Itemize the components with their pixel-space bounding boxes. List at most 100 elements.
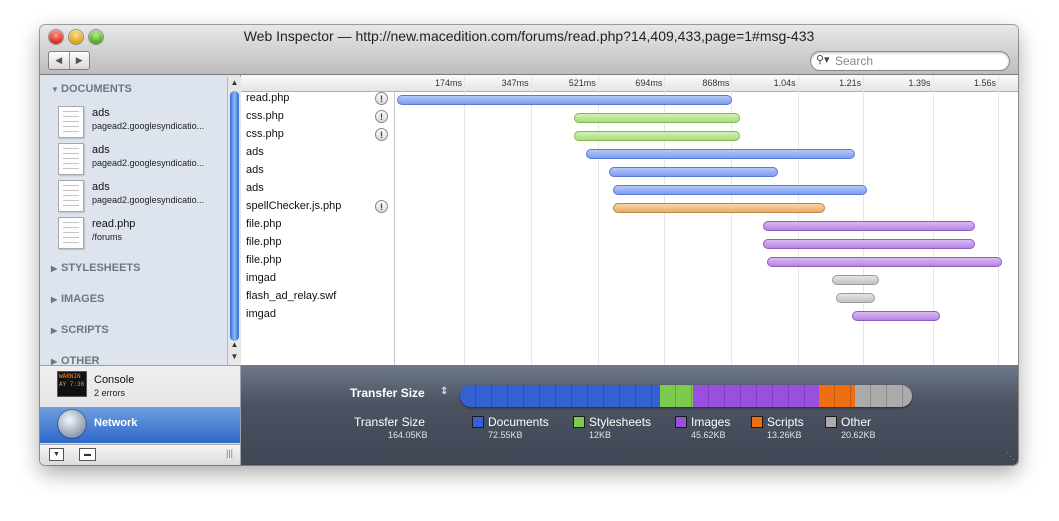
- scrollbar-thumb[interactable]: [230, 91, 239, 341]
- timeline-gridline: [530, 75, 532, 365]
- panel-switcher: WARNIN AY 7:36 Console 2 errors Network …: [40, 365, 241, 465]
- legend-swatch: [751, 416, 763, 428]
- sidebar-document-item[interactable]: ads pagead2.googlesyndicatio...: [58, 143, 233, 177]
- timeline-bar[interactable]: [766, 257, 1002, 267]
- sidebar-document-item[interactable]: read.php /forums: [58, 217, 233, 251]
- timeline-gridline: [932, 75, 934, 365]
- timeline-bar[interactable]: [612, 185, 867, 195]
- resource-name[interactable]: imgad: [246, 308, 276, 320]
- console-icon: WARNIN AY 7:36: [57, 371, 87, 397]
- back-button[interactable]: ◀: [49, 52, 70, 69]
- window-resize-grip-icon[interactable]: ⋱: [1006, 451, 1015, 462]
- section-scripts[interactable]: ▶ SCRIPTS: [51, 324, 109, 336]
- updown-caret-icon[interactable]: ⇕: [440, 386, 448, 397]
- section-documents[interactable]: ▼ DOCUMENTS: [51, 83, 132, 95]
- search-field[interactable]: ⚲▾: [810, 51, 1010, 71]
- total-value: 164.05KB: [388, 430, 428, 440]
- scroll-up-arrow-icon[interactable]: ▲: [228, 339, 241, 351]
- legend-label: Other: [841, 415, 872, 429]
- timeline-bar[interactable]: [851, 311, 941, 321]
- timeline-bar[interactable]: [397, 95, 733, 105]
- transfer-size-segment: [460, 385, 660, 407]
- resource-name[interactable]: ads: [246, 164, 264, 176]
- section-images[interactable]: ▶ IMAGES: [51, 293, 104, 305]
- forward-button[interactable]: ▶: [70, 52, 90, 69]
- timeline-gridline: [464, 75, 466, 365]
- total-label: Transfer Size: [354, 415, 425, 429]
- sidebar-scrollbar[interactable]: ▲ ▲ ▼: [227, 77, 241, 365]
- resource-name[interactable]: file.php: [246, 218, 281, 230]
- resources-sidebar: ▼ DOCUMENTS ads pagead2.googlesyndicatio.…: [40, 75, 241, 365]
- dock-toggle-icon[interactable]: ▼: [49, 448, 64, 461]
- legend-value: 72.55KB: [488, 430, 523, 440]
- timeline-gridline: [797, 75, 799, 365]
- search-input[interactable]: [835, 53, 995, 68]
- transfer-size-segment: [659, 385, 693, 407]
- warning-icon[interactable]: !: [375, 128, 388, 141]
- globe-icon: [58, 410, 86, 438]
- legend-swatch: [675, 416, 687, 428]
- legend-value: 45.62KB: [691, 430, 726, 440]
- timeline-bar[interactable]: [836, 293, 875, 303]
- document-icon: [58, 180, 84, 212]
- transfer-size-segment: [692, 385, 819, 407]
- document-icon: [58, 143, 84, 175]
- legend-label: Images: [691, 415, 731, 429]
- transfer-size-graph: [460, 385, 912, 407]
- web-inspector-window: Web Inspector — http://new.macedition.co…: [40, 25, 1018, 465]
- window-title: Web Inspector — http://new.macedition.co…: [243, 28, 815, 44]
- legend-label: Stylesheets: [589, 415, 652, 429]
- transfer-size-segment: [855, 385, 912, 407]
- resource-name-column: read.php! css.php! css.php! ads ads ads spellC…: [241, 91, 395, 365]
- scroll-down-arrow-icon[interactable]: ▼: [228, 351, 241, 363]
- legend-value: 20.62KB: [841, 430, 876, 440]
- timeline-bar[interactable]: [608, 167, 779, 177]
- document-icon: [58, 217, 84, 249]
- legend-swatch: [472, 416, 484, 428]
- timeline-grid: [394, 75, 1018, 365]
- timeline-bar[interactable]: [585, 149, 856, 159]
- resource-name[interactable]: imgad: [246, 272, 276, 284]
- legend-label: Scripts: [767, 415, 804, 429]
- legend-label: Documents: [488, 415, 549, 429]
- scroll-up-arrow-icon[interactable]: ▲: [228, 77, 241, 89]
- timeline-gridline: [998, 75, 999, 365]
- transfer-size-segment: [818, 385, 856, 407]
- timeline-gridline: [863, 75, 865, 365]
- legend-swatch: [825, 416, 837, 428]
- network-timeline: 174ms 347ms 521ms 694ms 868ms 1.04s 1.21s 1.39s…: [241, 75, 1018, 365]
- sidebar-document-item[interactable]: ads pagead2.googlesyndicatio...: [58, 106, 233, 140]
- resource-name[interactable]: read.php: [246, 92, 289, 104]
- timeline-bar[interactable]: [612, 203, 825, 213]
- resize-handle-icon[interactable]: |||: [226, 448, 233, 458]
- section-other[interactable]: ▶ OTHER: [51, 355, 100, 365]
- resource-name[interactable]: css.php: [246, 110, 284, 122]
- search-icon: ⚲▾: [816, 54, 830, 66]
- resource-name[interactable]: flash_ad_relay.swf: [246, 290, 336, 302]
- sidebar-document-item[interactable]: ads pagead2.googlesyndicatio...: [58, 180, 233, 214]
- timeline-bar[interactable]: [832, 275, 879, 285]
- warning-icon[interactable]: !: [375, 200, 388, 213]
- disclosure-open-icon: ▼: [51, 85, 59, 94]
- resource-name[interactable]: file.php: [246, 236, 281, 248]
- resource-name[interactable]: file.php: [246, 254, 281, 266]
- network-panel-item[interactable]: Network: [40, 407, 240, 443]
- timeline-bar[interactable]: [762, 239, 975, 249]
- resource-name[interactable]: ads: [246, 146, 264, 158]
- console-panel-item[interactable]: WARNIN AY 7:36 Console 2 errors: [40, 366, 240, 406]
- timeline-bar[interactable]: [574, 113, 740, 123]
- legend-value: 12KB: [589, 430, 612, 440]
- timeline-bar[interactable]: [574, 131, 740, 141]
- resource-name[interactable]: spellChecker.js.php: [246, 200, 341, 212]
- warning-icon[interactable]: !: [375, 110, 388, 123]
- document-icon: [58, 106, 84, 138]
- warning-icon[interactable]: !: [375, 92, 388, 105]
- timeline-bar[interactable]: [762, 221, 975, 231]
- disclosure-closed-icon: ▶: [51, 295, 58, 304]
- summary-mode-selector[interactable]: Transfer Size: [350, 386, 425, 400]
- resource-name[interactable]: ads: [246, 182, 264, 194]
- resource-name[interactable]: css.php: [246, 128, 284, 140]
- disclosure-closed-icon: ▶: [51, 264, 58, 273]
- split-view-icon[interactable]: ▬: [79, 448, 96, 461]
- section-stylesheets[interactable]: ▶ STYLESHEETS: [51, 262, 140, 274]
